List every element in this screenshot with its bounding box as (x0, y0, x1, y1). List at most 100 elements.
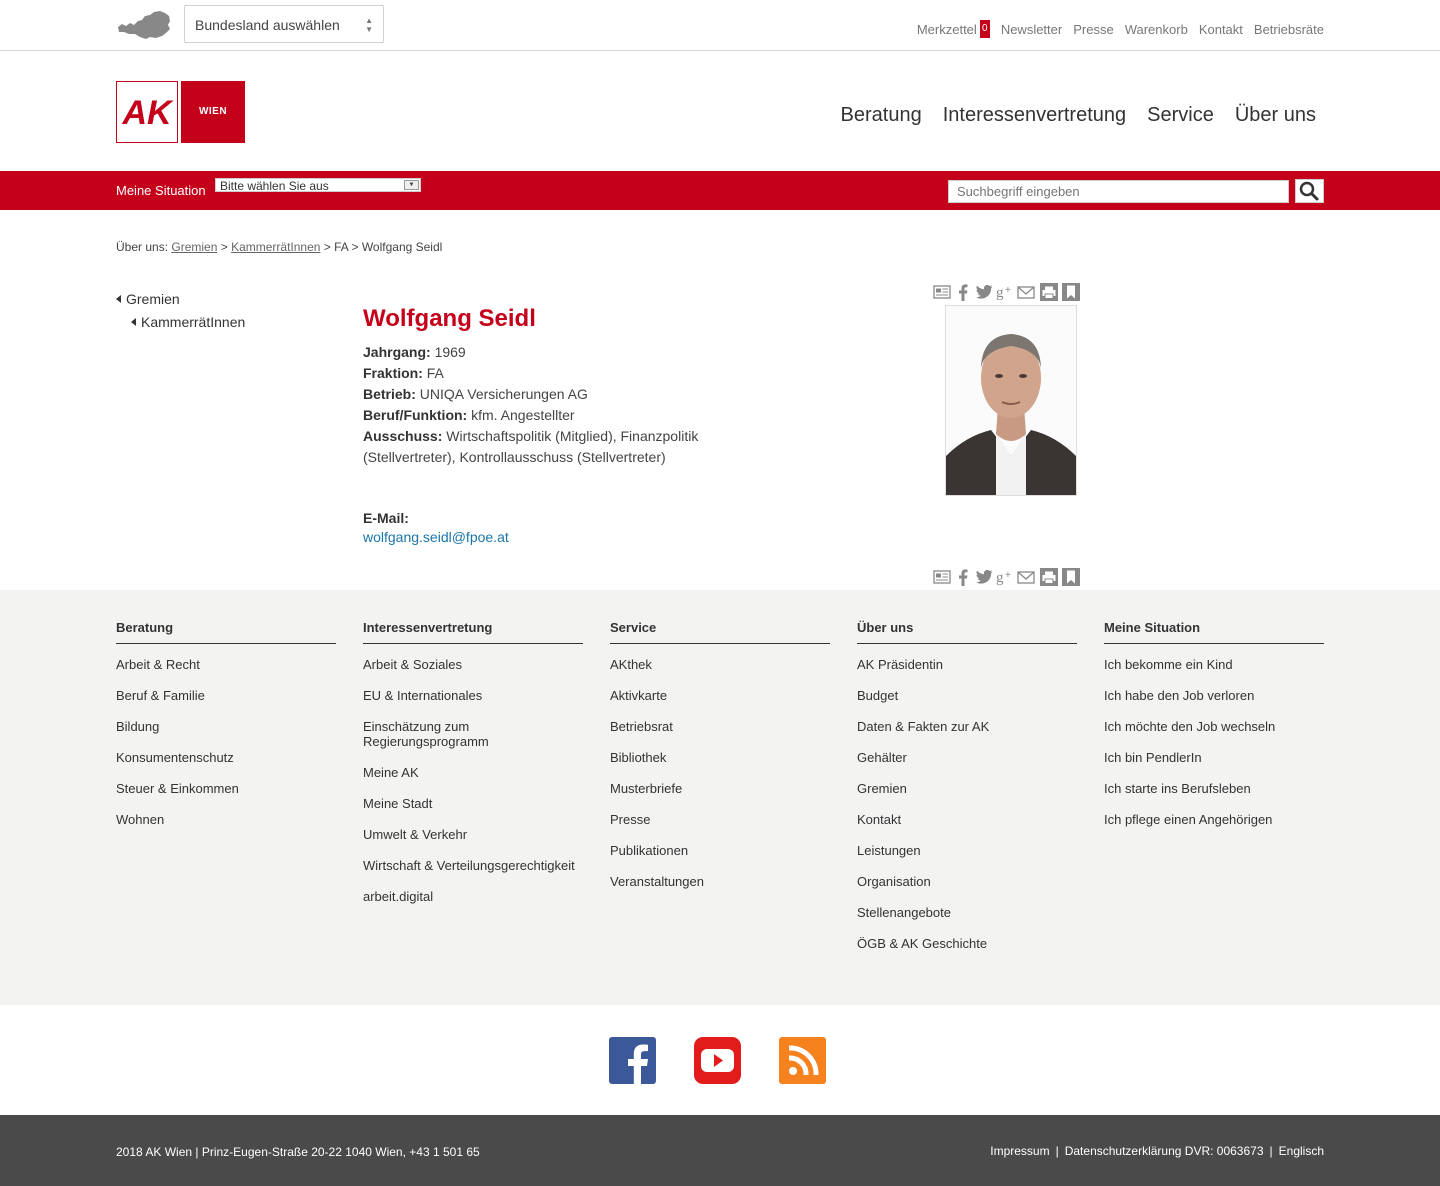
nav-beratung[interactable]: Beratung (841, 104, 922, 127)
utility-links: Merkzettel 0 Newsletter Presse Warenkorb… (917, 20, 1324, 38)
footer-link[interactable]: Arbeit & Recht (116, 657, 336, 672)
bookmark-icon[interactable] (1062, 568, 1080, 586)
footer-link[interactable]: Kontakt (857, 812, 1077, 827)
breadcrumb-gremien[interactable]: Gremien (171, 240, 217, 254)
footer-link[interactable]: Beruf & Familie (116, 688, 336, 703)
footer-link[interactable]: AK Präsidentin (857, 657, 1077, 672)
legal-separator: | (1269, 1144, 1273, 1158)
bundesland-select[interactable]: Bundesland auswählen ▲ ▼ (184, 5, 384, 43)
google-plus-icon[interactable]: g + (995, 567, 1015, 587)
presse-link[interactable]: Presse (1073, 22, 1113, 37)
footer-link[interactable]: Ich möchte den Job wechseln (1104, 719, 1324, 734)
nav-service[interactable]: Service (1147, 104, 1214, 127)
footer-link[interactable]: Ich habe den Job verloren (1104, 688, 1324, 703)
footer-link[interactable]: ÖGB & AK Geschichte (857, 936, 1077, 951)
newspaper-icon[interactable] (932, 282, 952, 302)
bookmark-icon[interactable] (1062, 283, 1080, 301)
footer-link[interactable]: arbeit.digital (363, 889, 583, 904)
footer-link-list: Ich bekomme ein Kind Ich habe den Job ver… (1104, 657, 1324, 827)
bundesland-select-value: Bundesland auswählen (195, 17, 340, 33)
warenkorb-link[interactable]: Warenkorb (1125, 22, 1188, 37)
twitter-icon[interactable] (974, 282, 994, 302)
nav-interessenvertretung[interactable]: Interessenvertretung (943, 104, 1126, 127)
kontakt-link[interactable]: Kontakt (1199, 22, 1243, 37)
footer-link[interactable]: Aktivkarte (610, 688, 830, 703)
rss-icon[interactable] (779, 1037, 826, 1084)
footer-link[interactable]: Organisation (857, 874, 1077, 889)
englisch-link[interactable]: Englisch (1279, 1144, 1324, 1158)
newsletter-link[interactable]: Newsletter (1001, 22, 1062, 37)
footer-link-list: AK Präsidentin Budget Daten & Fakten zur A… (857, 657, 1077, 951)
ak-logo[interactable]: AK (116, 81, 178, 143)
footer-link[interactable]: Einschätzung zum Regierungsprogramm (363, 719, 583, 749)
footer-link[interactable]: Musterbriefe (610, 781, 830, 796)
footer-column-beratung: Beratung Arbeit & Recht Beruf & Familie Bi… (116, 620, 336, 843)
betriebsraete-link[interactable]: Betriebsräte (1254, 22, 1324, 37)
caret-left-icon (116, 294, 121, 303)
footer-link[interactable]: Wohnen (116, 812, 336, 827)
nav-ueber-uns[interactable]: Über uns (1235, 104, 1316, 127)
datenschutz-link[interactable]: Datenschutzerklärung DVR: 0063673 (1065, 1144, 1264, 1158)
footer-link[interactable]: Veranstaltungen (610, 874, 830, 889)
footer-link[interactable]: AKthek (610, 657, 830, 672)
footer-link[interactable]: Betriebsrat (610, 719, 830, 734)
twitter-icon[interactable] (974, 567, 994, 587)
footer-link[interactable]: Ich bekomme ein Kind (1104, 657, 1324, 672)
print-icon[interactable] (1040, 568, 1058, 586)
footer-link[interactable]: Publikationen (610, 843, 830, 858)
footer-link[interactable]: Daten & Fakten zur AK (857, 719, 1077, 734)
footer-link[interactable]: Budget (857, 688, 1077, 703)
mail-icon[interactable] (1016, 567, 1036, 587)
footer-link[interactable]: EU & Internationales (363, 688, 583, 703)
footer-link[interactable]: Ich starte ins Berufsleben (1104, 781, 1324, 796)
footer-link[interactable]: Leistungen (857, 843, 1077, 858)
ausschuss-label: Ausschuss: (363, 428, 443, 444)
footer-link[interactable]: Konsumentenschutz (116, 750, 336, 765)
search-input[interactable] (948, 180, 1289, 203)
footer-column-ueber-uns: Über uns AK Präsidentin Budget Daten & Fak… (857, 620, 1077, 967)
footer-link[interactable]: Umwelt & Verkehr (363, 827, 583, 842)
leftnav-gremien[interactable]: Gremien (116, 287, 245, 310)
youtube-icon[interactable] (694, 1037, 741, 1084)
impressum-link[interactable]: Impressum (990, 1144, 1049, 1158)
betrieb-label: Betrieb: (363, 386, 416, 402)
dropdown-arrow-icon: ▼ (404, 180, 419, 190)
search-button[interactable] (1295, 179, 1324, 203)
newspaper-icon[interactable] (932, 567, 952, 587)
breadcrumb-kammerraetinnen[interactable]: KammerrätInnen (231, 240, 320, 254)
footer-link-list: Arbeit & Soziales EU & Internationales Ein… (363, 657, 583, 904)
footer-link[interactable]: Arbeit & Soziales (363, 657, 583, 672)
merkzettel-link[interactable]: Merkzettel (917, 22, 977, 37)
mail-icon[interactable] (1016, 282, 1036, 302)
austria-map-icon[interactable] (116, 10, 171, 40)
footer-link-list: AKthek Aktivkarte Betriebsrat Bibliothek Mus… (610, 657, 830, 889)
situation-select[interactable]: Bitte wählen Sie aus ▼ (215, 178, 421, 193)
leftnav-kammerraetinnen[interactable]: KammerrätInnen (116, 310, 245, 333)
footer-link[interactable]: Bildung (116, 719, 336, 734)
share-toolbar-top: g + (932, 282, 1081, 302)
footer-link[interactable]: Steuer & Einkommen (116, 781, 336, 796)
footer-link[interactable]: Meine Stadt (363, 796, 583, 811)
breadcrumb: Über uns: Gremien > KammerrätInnen > FA … (116, 240, 442, 254)
footer-link[interactable]: Stellenangebote (857, 905, 1077, 920)
footer-link[interactable]: Gremien (857, 781, 1077, 796)
email-link[interactable]: wolfgang.seidl@fpoe.at (363, 529, 509, 545)
facebook-icon[interactable] (953, 282, 973, 302)
footer-link[interactable]: Bibliothek (610, 750, 830, 765)
wien-logo[interactable]: WIEN (181, 81, 245, 143)
footer-link[interactable]: Presse (610, 812, 830, 827)
social-links (0, 1005, 1440, 1115)
footer-link[interactable]: Wirtschaft & Verteilungsgerechtigkeit (363, 858, 583, 873)
google-plus-icon[interactable]: g + (995, 282, 1015, 302)
footer-link[interactable]: Gehälter (857, 750, 1077, 765)
footer-column-service: Service AKthek Aktivkarte Betriebsrat Bibli… (610, 620, 830, 905)
copyright-text: 2018 AK Wien | Prinz-Eugen-Straße 20-22 … (116, 1145, 480, 1159)
footer-link[interactable]: Ich bin PendlerIn (1104, 750, 1324, 765)
print-icon[interactable] (1040, 283, 1058, 301)
facebook-icon[interactable] (609, 1037, 656, 1084)
footer-column-meine-situation: Meine Situation Ich bekomme ein Kind Ich … (1104, 620, 1324, 843)
footer-link[interactable]: Meine AK (363, 765, 583, 780)
footer-link[interactable]: Ich pflege einen Angehörigen (1104, 812, 1324, 827)
beruf-label: Beruf/Funktion: (363, 407, 468, 423)
facebook-icon[interactable] (953, 567, 973, 587)
